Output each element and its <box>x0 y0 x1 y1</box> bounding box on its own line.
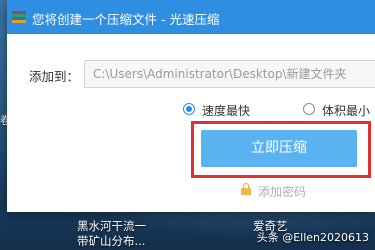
option-smallest[interactable]: 体积最小 <box>303 102 375 120</box>
window-title: 您将创建一个压缩文件 - 光速压缩 <box>32 12 220 27</box>
rar-archive-icon <box>12 11 26 23</box>
option-fastest[interactable]: 速度最快 <box>183 102 263 120</box>
destination-path-field[interactable]: C:\Users\Administrator\Desktop\新建文件夹 <box>84 60 375 88</box>
radio-fastest[interactable] <box>183 103 195 115</box>
title-bar[interactable]: 您将创建一个压缩文件 - 光速压缩 <box>7 0 375 34</box>
desktop-icon-label-1-line1: 黑水河干流一 <box>77 219 146 233</box>
option-fastest-label: 速度最快 <box>202 104 251 118</box>
add-password-link[interactable]: 添加密码 <box>258 183 306 200</box>
desktop-icon-label-1-line2: 带矿山分布... <box>77 234 146 248</box>
radio-smallest[interactable] <box>303 103 315 115</box>
desktop-icon-label-1[interactable]: 黑水河干流一 带矿山分布... <box>77 219 146 249</box>
lock-icon[interactable] <box>241 183 251 195</box>
option-smallest-label: 体积最小 <box>322 104 371 118</box>
compress-now-button[interactable]: 立即压缩 <box>201 130 357 167</box>
add-to-label: 添加到： <box>29 69 80 84</box>
watermark: 头条 @Ellen2020613 <box>256 231 369 244</box>
compress-dialog: 您将创建一个压缩文件 - 光速压缩 添加到： C:\Users\Administ… <box>7 0 375 212</box>
